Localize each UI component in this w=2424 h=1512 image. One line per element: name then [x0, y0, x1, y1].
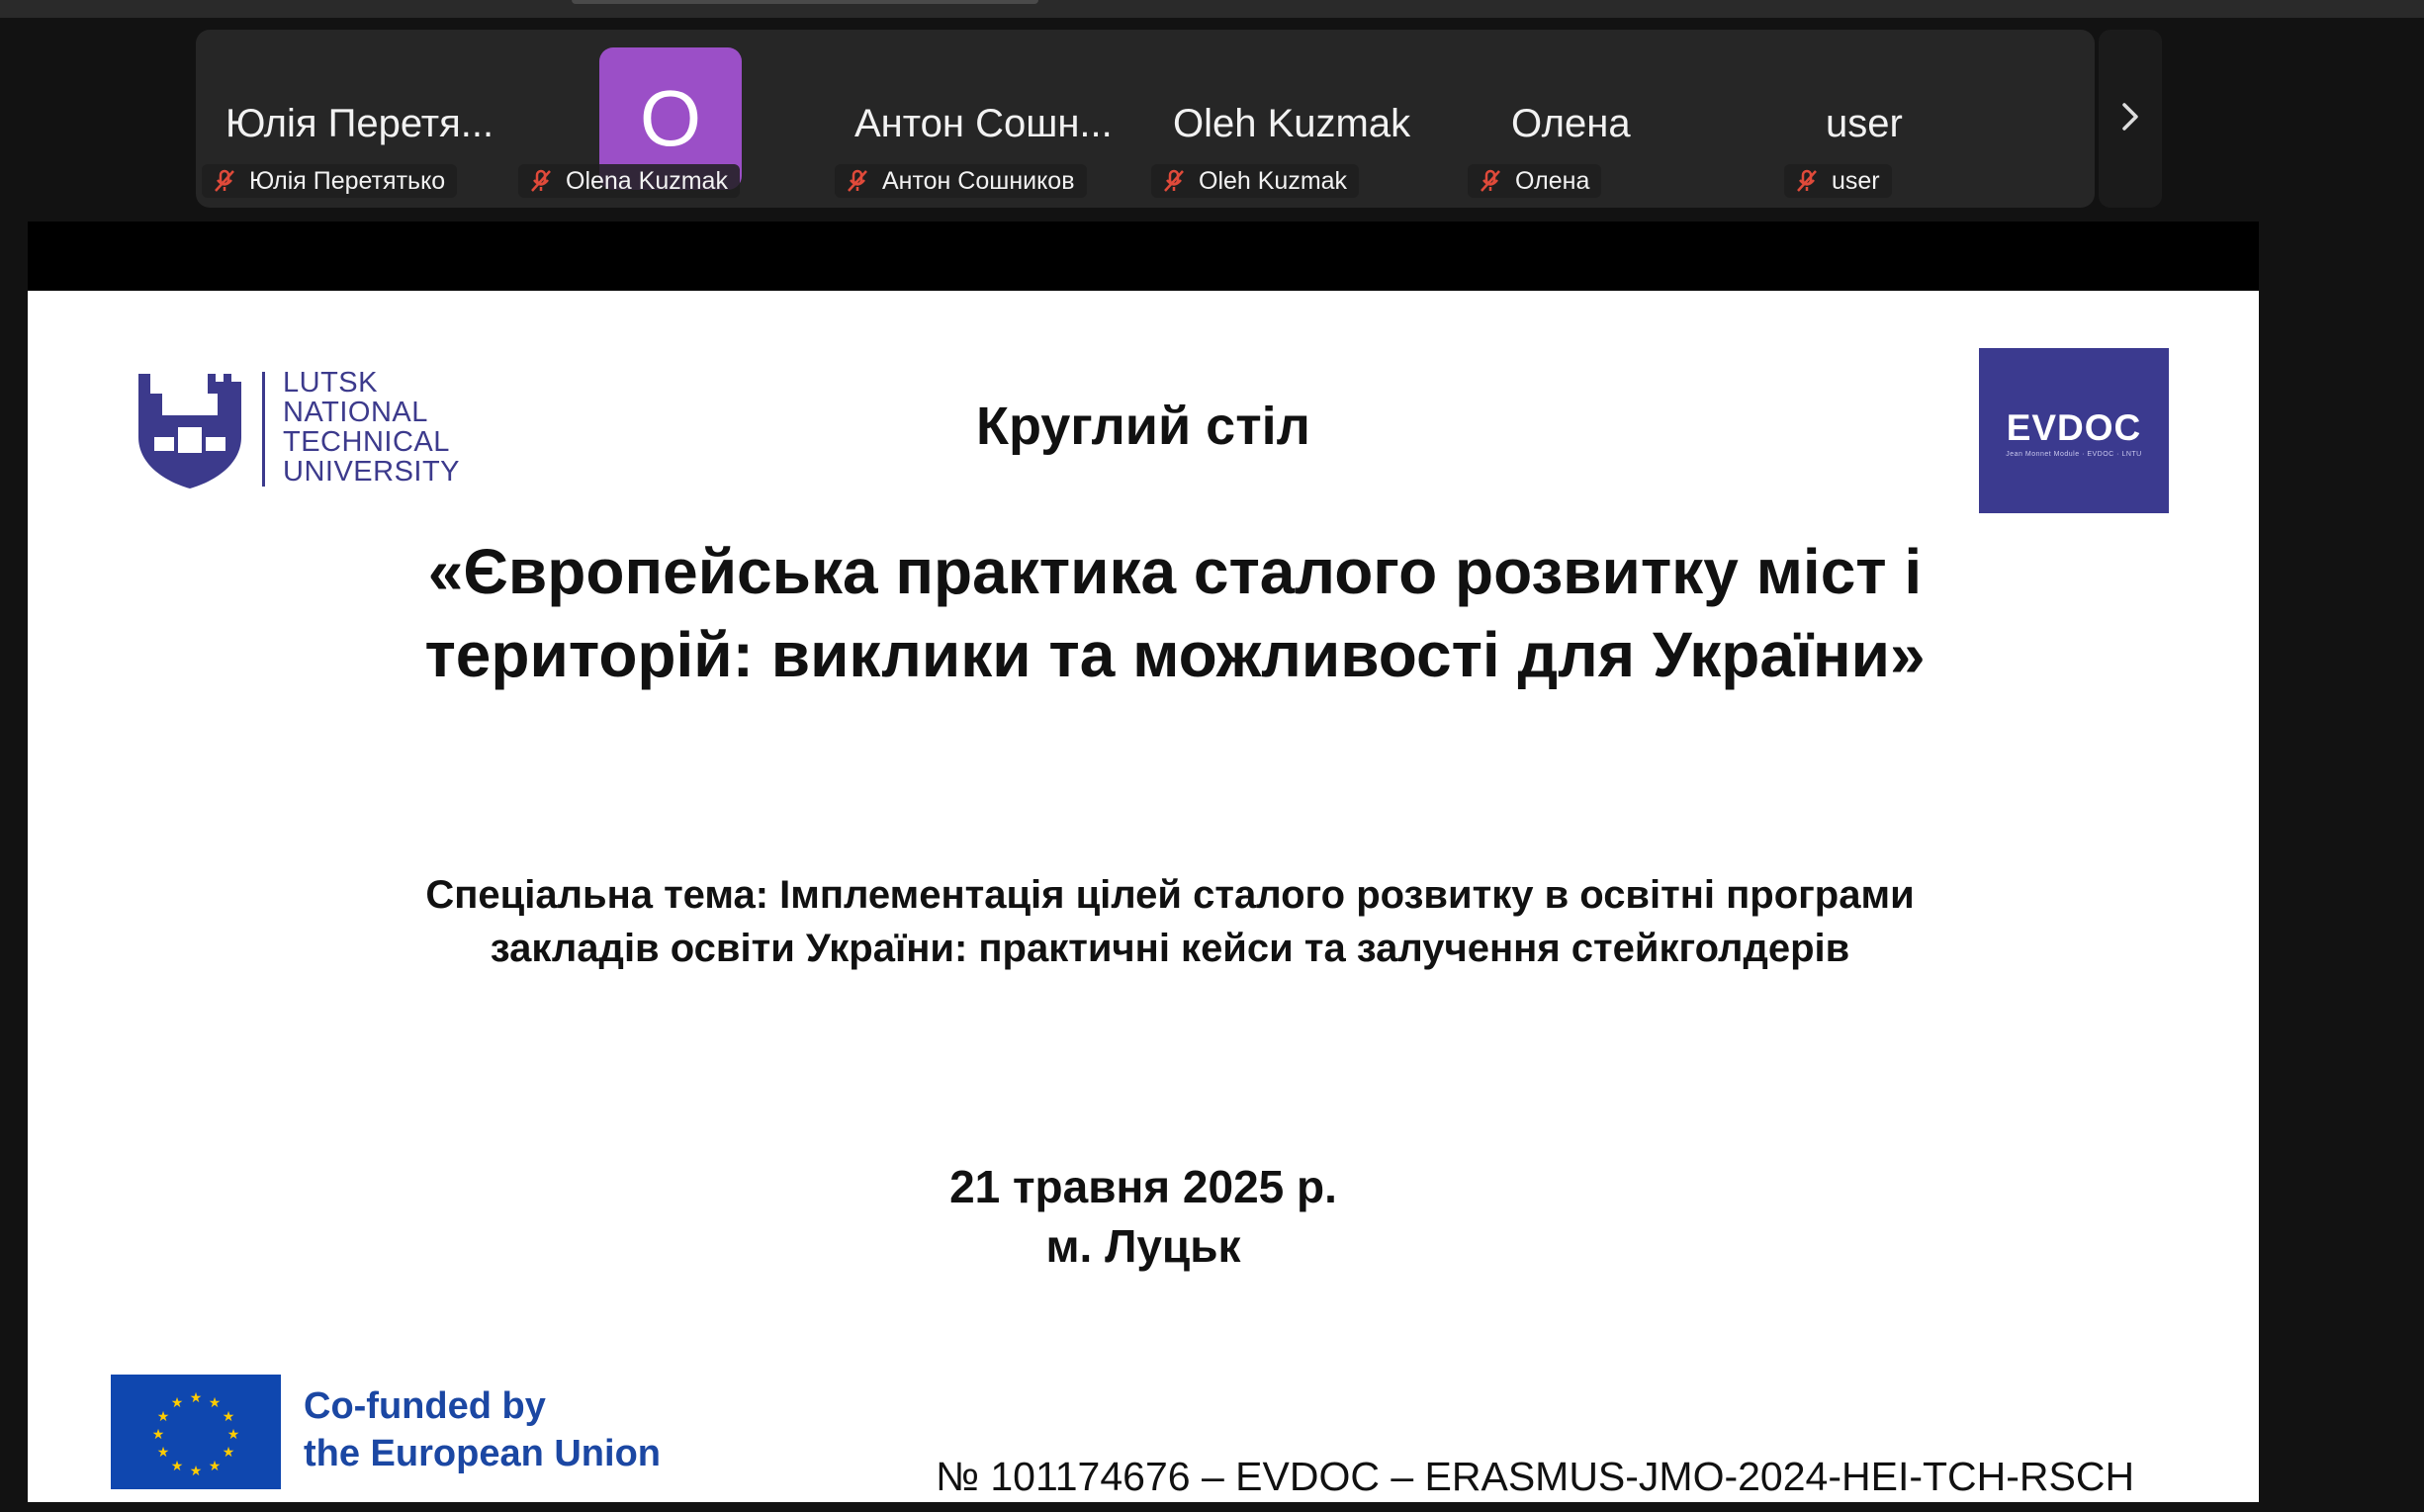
- drag-handle[interactable]: [572, 0, 1038, 4]
- svg-text:★: ★: [190, 1464, 203, 1479]
- svg-text:★: ★: [171, 1459, 184, 1474]
- next-participants-button[interactable]: [2099, 30, 2162, 208]
- mic-muted-icon: [1797, 169, 1817, 192]
- participant-name: Oleh Kuzmak: [1173, 102, 1411, 145]
- eu-cofunded-logo: ★ ★ ★ ★ ★ ★ ★ ★ ★ ★ ★ ★ Co-funded by the…: [111, 1375, 704, 1489]
- participant-label: Олена: [1468, 164, 1602, 198]
- shared-screen-letterbox: [28, 222, 2259, 291]
- participant-tile[interactable]: O Olena Kuzmak: [512, 30, 829, 208]
- svg-text:★: ★: [171, 1395, 184, 1411]
- eu-cofunded-text: Co-funded by the European Union: [304, 1385, 661, 1474]
- svg-text:★: ★: [157, 1445, 170, 1461]
- svg-text:★: ★: [190, 1390, 203, 1406]
- participant-tile[interactable]: user user: [1778, 30, 2095, 208]
- slide-subtitle: Круглий стіл: [976, 397, 1310, 456]
- participant-label: user: [1784, 164, 1892, 198]
- slide-title: «Європейська практика сталого розвитку м…: [424, 536, 1926, 690]
- background-bottom: [0, 1502, 2424, 1512]
- svg-text:★: ★: [209, 1395, 222, 1411]
- participant-tile[interactable]: Юлія Перетя... Юлія Перетятько: [196, 30, 512, 208]
- window-top-bar: [0, 0, 2424, 18]
- participant-tile[interactable]: Олена Олена: [1462, 30, 1778, 208]
- participant-label: Антон Сошников: [835, 164, 1087, 198]
- participant-label: Oleh Kuzmak: [1151, 164, 1360, 198]
- svg-text:★: ★: [223, 1409, 235, 1425]
- svg-text:★: ★: [227, 1427, 240, 1443]
- participant-name: user: [1826, 102, 1903, 145]
- participant-label: Olena Kuzmak: [518, 164, 740, 198]
- event-date-place: 21 травня 2025 р. м. Луцьк: [949, 1161, 1337, 1272]
- eu-flag-icon: ★ ★ ★ ★ ★ ★ ★ ★ ★ ★ ★ ★: [111, 1375, 281, 1489]
- participant-name: Юлія Перетя...: [225, 102, 494, 145]
- background-right: [2259, 222, 2424, 1512]
- mic-muted-icon: [848, 169, 867, 192]
- chevron-right-icon: [2122, 103, 2138, 131]
- mic-muted-icon: [215, 169, 234, 192]
- svg-text:★: ★: [209, 1459, 222, 1474]
- special-topic: Спеціальна тема: Імплементація цілей ста…: [425, 873, 1915, 970]
- participant-name: Олена: [1511, 102, 1631, 145]
- svg-text:★: ★: [152, 1427, 165, 1443]
- svg-text:★: ★: [223, 1445, 235, 1461]
- mic-muted-icon: [1164, 169, 1184, 192]
- participant-tile[interactable]: Oleh Kuzmak Oleh Kuzmak: [1145, 30, 1462, 208]
- svg-text:★: ★: [157, 1409, 170, 1425]
- participant-label: Юлія Перетятько: [202, 164, 458, 198]
- shared-slide: LUTSK NATIONAL TECHNICAL UNIVERSITY EVDO…: [28, 291, 2259, 1502]
- participant-name: Антон Сошн...: [854, 102, 1113, 145]
- participant-tile[interactable]: Антон Сошн... Антон Сошников: [829, 30, 1145, 208]
- mic-muted-icon: [531, 169, 551, 192]
- participant-strip: Юлія Перетя... Юлія Перетятько O Olena K…: [196, 30, 2095, 208]
- mic-muted-icon: [1481, 169, 1500, 192]
- project-number: № 101174676 – EVDOC – ERASMUS-JMO-2024-H…: [936, 1454, 2135, 1499]
